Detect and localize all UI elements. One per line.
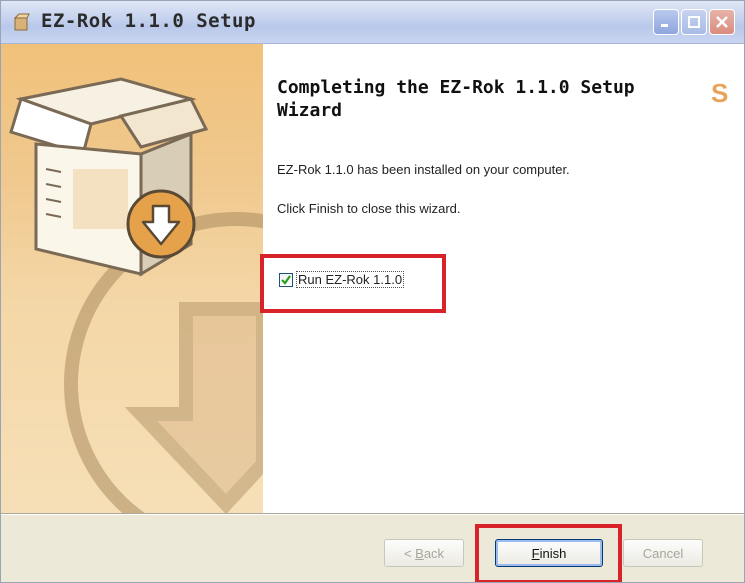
title-bar[interactable]: EZ-Rok 1.1.0 Setup — [1, 1, 744, 44]
maximize-button[interactable] — [681, 9, 707, 35]
close-icon — [716, 16, 728, 28]
maximize-icon — [688, 16, 700, 28]
installer-box-icon — [13, 13, 30, 31]
page-title-line1: Completing the EZ-Rok 1.1.0 Setup — [277, 77, 635, 98]
footer-divider — [1, 513, 744, 515]
minimize-icon — [661, 24, 668, 27]
package-download-icon — [9, 77, 263, 513]
back-button-rest: ack — [423, 545, 445, 561]
finish-highlight-box — [475, 524, 622, 582]
close-button[interactable] — [709, 9, 735, 35]
back-button-accel: B — [415, 545, 424, 561]
back-button[interactable]: < Back — [384, 539, 464, 567]
back-button-prefix: < — [403, 545, 416, 561]
page-title-line2: Wizard — [277, 100, 343, 121]
checkbox-highlight-box — [260, 254, 446, 313]
brand-logo-fragment: S — [711, 78, 729, 108]
page-title: Completing the EZ-Rok 1.1.0 Setup Wizard — [277, 76, 687, 122]
installed-message: EZ-Rok 1.1.0 has been installed on your … — [277, 162, 570, 177]
finish-instruction: Click Finish to close this wizard. — [277, 201, 461, 216]
window-title: EZ-Rok 1.1.0 Setup — [41, 10, 256, 32]
minimize-button[interactable] — [653, 9, 679, 35]
setup-window: EZ-Rok 1.1.0 Setup Completing the EZ-Rok… — [0, 0, 745, 583]
cancel-button[interactable]: Cancel — [623, 539, 703, 567]
wizard-banner — [1, 44, 263, 513]
